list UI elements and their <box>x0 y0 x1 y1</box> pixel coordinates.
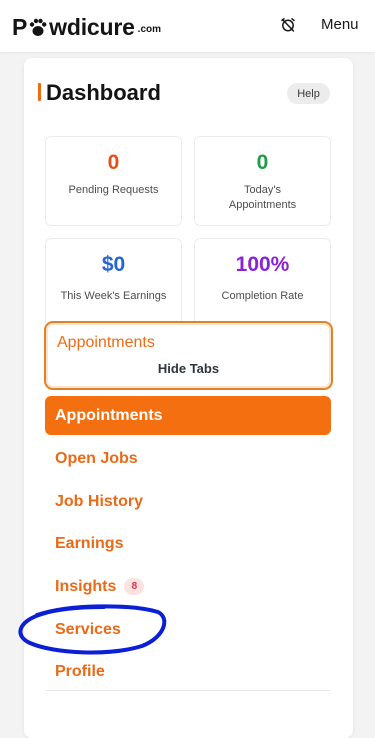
notifications-button[interactable] <box>278 15 298 35</box>
nav-item-label: Earnings <box>55 534 124 552</box>
nav-item-insights[interactable]: Insights 8 <box>45 567 331 606</box>
stat-value: 0 <box>107 151 120 174</box>
stat-card-pending-requests: 0 Pending Requests <box>45 136 182 226</box>
nav-item-open-jobs[interactable]: Open Jobs <box>45 439 331 478</box>
nav-item-label: Profile <box>55 662 105 680</box>
current-tab-label: Appointments <box>57 334 155 351</box>
stat-value: 100% <box>235 253 290 276</box>
nav-item-label: Services <box>55 620 121 638</box>
nav-item-label: Insights <box>55 577 117 595</box>
insights-count-badge: 8 <box>124 578 145 595</box>
nav-item-earnings[interactable]: Earnings <box>45 524 331 563</box>
nav-item-job-history[interactable]: Job History <box>45 482 331 521</box>
stat-label: Pending Requests <box>68 184 159 196</box>
logo-lead-letter: P <box>12 14 28 40</box>
tab-selector[interactable]: Appointments Hide Tabs <box>44 321 333 390</box>
stat-label: This Week's Earnings <box>60 290 167 302</box>
stat-value: 0 <box>256 151 269 174</box>
logo-domain-suffix: .com <box>137 24 162 35</box>
section-divider <box>45 690 331 691</box>
logo-wordmark: wdicure <box>49 14 135 40</box>
help-button[interactable]: Help <box>287 83 330 104</box>
paw-icon <box>29 18 47 36</box>
title-accent-bar <box>38 83 41 101</box>
stat-card-todays-appointments: 0 Today's Appointments <box>194 136 331 226</box>
nav-item-profile[interactable]: Profile <box>45 652 331 691</box>
page-title: Dashboard <box>46 80 161 105</box>
stat-label: Today's Appointments <box>228 184 297 211</box>
stat-card-weekly-earnings: $0 This Week's Earnings <box>45 238 182 328</box>
hide-tabs-button[interactable]: Hide Tabs <box>46 361 331 376</box>
nav-item-label: Appointments <box>55 406 163 424</box>
alarm-off-icon <box>281 18 295 32</box>
stat-value: $0 <box>101 253 126 276</box>
dashboard-card: Dashboard Help 0 Pending Requests 0 Toda… <box>24 58 353 738</box>
nav-item-label: Job History <box>55 492 144 510</box>
top-navbar: P wdicure .com Menu <box>0 0 375 52</box>
nav-item-appointments[interactable]: Appointments <box>45 396 331 435</box>
nav-item-label: Open Jobs <box>55 449 138 467</box>
nav-item-services[interactable]: Services <box>45 610 331 649</box>
brand-logo[interactable]: P wdicure .com <box>12 12 162 40</box>
menu-button[interactable]: Menu <box>321 16 359 33</box>
stat-label: Completion Rate <box>221 290 304 302</box>
stat-card-completion-rate: 100% Completion Rate <box>194 238 331 328</box>
